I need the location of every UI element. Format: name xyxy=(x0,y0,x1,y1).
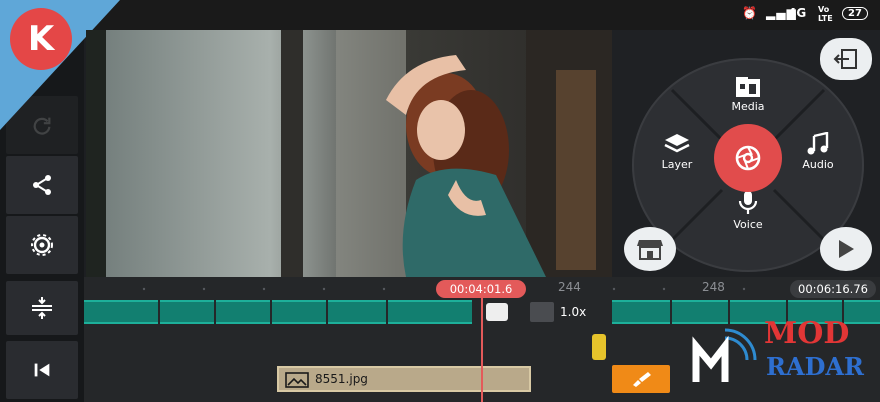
expand-vertical-icon xyxy=(32,297,52,319)
carrier-label: Vo LTE xyxy=(818,5,833,23)
microphone-icon xyxy=(738,191,758,214)
watermark-line2: RADAR xyxy=(766,352,864,381)
layers-icon xyxy=(664,134,690,153)
video-clip[interactable] xyxy=(612,300,670,324)
battery-indicator: 27 xyxy=(842,7,868,20)
video-clip[interactable] xyxy=(216,300,270,324)
timeline-expand-button[interactable] xyxy=(6,281,78,335)
video-clip[interactable] xyxy=(272,300,326,324)
brush-icon xyxy=(633,372,651,387)
record-button[interactable] xyxy=(714,124,782,192)
share-icon xyxy=(33,175,51,195)
ruler-tick-label: 244 xyxy=(558,280,581,294)
total-duration: 00:06:16.76 xyxy=(790,280,876,298)
play-button[interactable] xyxy=(820,227,872,271)
preview-image xyxy=(86,30,612,277)
image-layer-clip[interactable]: 8551.jpg xyxy=(277,366,531,392)
effects-button[interactable] xyxy=(612,365,670,393)
store-icon xyxy=(637,240,663,260)
alarm-icon: ⏰ xyxy=(742,6,757,20)
clip-thumb[interactable] xyxy=(530,302,554,322)
aperture-icon xyxy=(735,145,761,171)
network-label: 4G xyxy=(788,6,807,20)
play-icon xyxy=(839,240,854,258)
audio-label: Audio xyxy=(802,158,834,171)
image-icon xyxy=(285,372,309,388)
video-preview[interactable] xyxy=(86,30,612,277)
ruler-tick-label: 248 xyxy=(702,280,725,294)
layer-label: Layer xyxy=(661,158,693,171)
watermark-line1: MOD xyxy=(764,316,850,351)
music-note-icon xyxy=(807,132,829,155)
video-clip[interactable] xyxy=(388,300,472,324)
app-logo[interactable]: K xyxy=(10,8,72,70)
gear-icon xyxy=(31,234,53,256)
asset-store-button[interactable] xyxy=(624,227,676,271)
playhead[interactable] xyxy=(481,296,483,402)
media-button[interactable]: Media xyxy=(713,76,783,113)
status-bar: ⏰ ▂▄▆ 4G Vo LTE 27 xyxy=(0,0,880,30)
film-icon xyxy=(736,77,760,97)
jump-to-start-button[interactable] xyxy=(6,341,78,399)
voice-button[interactable]: Voice xyxy=(713,190,783,231)
watermark-logo: MOD RADAR xyxy=(690,312,870,392)
video-clip[interactable] xyxy=(160,300,214,324)
voice-label: Voice xyxy=(733,218,763,231)
playhead-time: 00:04:01.6 xyxy=(436,280,526,298)
audio-button[interactable]: Audio xyxy=(783,132,853,171)
layer-clip-name: 8551.jpg xyxy=(315,372,368,386)
video-clip[interactable] xyxy=(328,300,386,324)
skip-back-icon xyxy=(34,363,50,377)
media-label: Media xyxy=(731,100,765,113)
audio-marker[interactable] xyxy=(592,334,606,360)
radar-m-icon xyxy=(692,328,757,382)
transition-marker[interactable] xyxy=(486,303,508,321)
layer-button[interactable]: Layer xyxy=(642,132,712,171)
settings-button[interactable] xyxy=(6,216,78,274)
share-button[interactable] xyxy=(6,156,78,214)
video-clip[interactable] xyxy=(84,300,158,324)
clip-speed-label: 1.0x xyxy=(560,305,587,319)
